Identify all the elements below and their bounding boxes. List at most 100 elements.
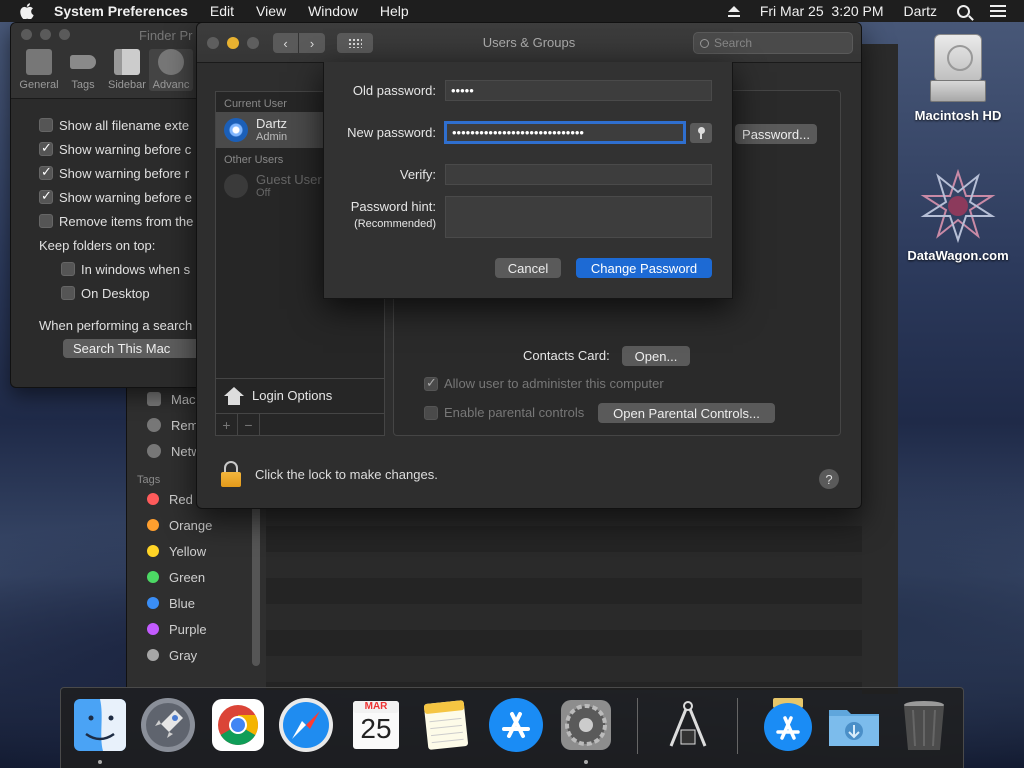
tag-icon — [70, 55, 96, 69]
dock-finder[interactable] — [71, 696, 129, 754]
dock-safari[interactable] — [277, 696, 335, 754]
menu-window[interactable]: Window — [308, 3, 358, 19]
tag-orange[interactable]: Orange — [127, 512, 266, 538]
verify-field[interactable] — [445, 164, 712, 185]
open-parental-controls-button[interactable]: Open Parental Controls... — [598, 403, 775, 423]
lock-text: Click the lock to make changes. — [255, 466, 438, 482]
house-icon — [224, 386, 244, 405]
menu-help[interactable]: Help — [380, 3, 409, 19]
globe-icon — [147, 444, 161, 458]
gear-icon — [158, 49, 184, 75]
remove-user-button[interactable]: − — [238, 414, 260, 436]
new-password-label: New password: — [347, 125, 436, 140]
parental-controls-option[interactable]: Enable parental controls — [424, 405, 584, 420]
tag-gray[interactable]: Gray — [127, 642, 266, 668]
chrome-icon — [212, 699, 264, 751]
sidebar-icon — [114, 49, 140, 75]
checkbox[interactable] — [39, 164, 53, 180]
menu-bar: System Preferences Edit View Window Help… — [0, 0, 1024, 22]
checkbox[interactable] — [39, 118, 53, 132]
checkbox[interactable] — [39, 188, 53, 204]
password-hint-field[interactable] — [445, 196, 712, 238]
red-dot-icon — [147, 493, 159, 505]
change-password-confirm-button[interactable]: Change Password — [576, 258, 712, 278]
desktop-icon-macintosh-hd[interactable]: Macintosh HD — [903, 30, 1013, 123]
checkbox[interactable] — [424, 375, 438, 391]
login-options-item[interactable]: Login Options — [216, 378, 384, 412]
allow-admin-option[interactable]: Allow user to administer this computer — [424, 375, 664, 391]
old-password-field[interactable]: ••••• — [445, 80, 712, 101]
search-icon — [700, 38, 709, 48]
blue-dot-icon — [147, 597, 159, 609]
disc-icon — [147, 418, 161, 432]
contacts-open-button[interactable]: Open... — [622, 346, 690, 366]
running-indicator — [98, 760, 102, 764]
verify-label: Verify: — [399, 167, 436, 182]
add-user-button[interactable]: + — [216, 414, 238, 436]
green-dot-icon — [147, 571, 159, 583]
add-remove-bar: + − — [216, 413, 384, 436]
key-icon — [697, 127, 705, 139]
clock[interactable]: Fri Mar 25 3:20 PM — [760, 3, 884, 19]
tab-sidebar[interactable]: Sidebar — [105, 49, 149, 91]
menu-view[interactable]: View — [256, 3, 286, 19]
dock-system-preferences[interactable] — [557, 696, 615, 754]
app-name-menu[interactable]: System Preferences — [54, 3, 188, 19]
old-password-label: Old password: — [352, 83, 436, 98]
notification-center-icon[interactable] — [990, 5, 1006, 17]
search-input[interactable]: Search — [693, 32, 853, 54]
change-password-button[interactable]: Password... — [735, 124, 817, 144]
app-store-icon — [764, 698, 812, 751]
dock-separator — [637, 698, 638, 754]
checkbox[interactable] — [424, 405, 438, 420]
sidebar-scrollbar[interactable] — [252, 486, 260, 666]
desktop-icon-datawagon[interactable]: DataWagon.com — [903, 168, 1013, 263]
help-button[interactable]: ? — [819, 469, 839, 489]
tab-general[interactable]: General — [17, 49, 61, 91]
dock-app-store-stack[interactable] — [759, 696, 817, 754]
lock-icon[interactable] — [221, 461, 241, 487]
dock: MAR 25 — [60, 687, 964, 768]
guest-name: Guest User — [256, 171, 322, 187]
dock-notes[interactable] — [417, 696, 475, 754]
password-assistant-button[interactable] — [690, 123, 712, 143]
apple-menu-icon[interactable] — [20, 2, 36, 20]
dock-downloads-folder[interactable] — [825, 696, 883, 754]
dock-app-store[interactable] — [487, 696, 545, 754]
purple-dot-icon — [147, 623, 159, 635]
finder-prefs-title: Finder Pr — [139, 28, 193, 43]
spotlight-search-icon[interactable] — [957, 4, 970, 18]
caliper-icon — [669, 701, 707, 747]
checkbox[interactable] — [61, 286, 75, 300]
checkbox[interactable] — [39, 214, 53, 228]
tag-yellow[interactable]: Yellow — [127, 538, 266, 564]
tab-tags[interactable]: Tags — [61, 49, 105, 91]
menu-edit[interactable]: Edit — [210, 3, 234, 19]
rocket-icon — [141, 698, 195, 752]
tag-green[interactable]: Green — [127, 564, 266, 590]
dock-launchpad[interactable] — [139, 696, 197, 754]
dock-utility-app[interactable] — [659, 696, 717, 754]
tag-blue[interactable]: Blue — [127, 590, 266, 616]
new-password-field[interactable]: ••••••••••••••••••••••••••••• — [445, 122, 685, 143]
guest-status: Off — [256, 186, 271, 199]
dock-chrome[interactable] — [209, 696, 267, 754]
dock-trash[interactable] — [895, 696, 953, 754]
search-scope-select[interactable]: Search This Mac — [63, 339, 203, 358]
checkbox[interactable] — [39, 140, 53, 156]
trash-icon — [904, 701, 944, 750]
zoom-icon[interactable] — [59, 29, 70, 40]
tab-advanced[interactable]: Advanc — [149, 49, 193, 91]
close-icon[interactable] — [21, 29, 32, 40]
user-menu[interactable]: Dartz — [904, 3, 937, 19]
eject-icon[interactable] — [727, 5, 740, 17]
minimize-icon[interactable] — [40, 29, 51, 40]
snowflake-avatar-icon — [224, 118, 248, 142]
checkbox[interactable] — [61, 262, 75, 276]
hard-drive-icon — [926, 30, 990, 102]
dock-calendar[interactable]: MAR 25 — [347, 696, 405, 754]
computer-icon — [147, 392, 161, 406]
calendar-month: MAR — [364, 701, 388, 712]
tag-purple[interactable]: Purple — [127, 616, 266, 642]
cancel-button[interactable]: Cancel — [495, 258, 561, 278]
